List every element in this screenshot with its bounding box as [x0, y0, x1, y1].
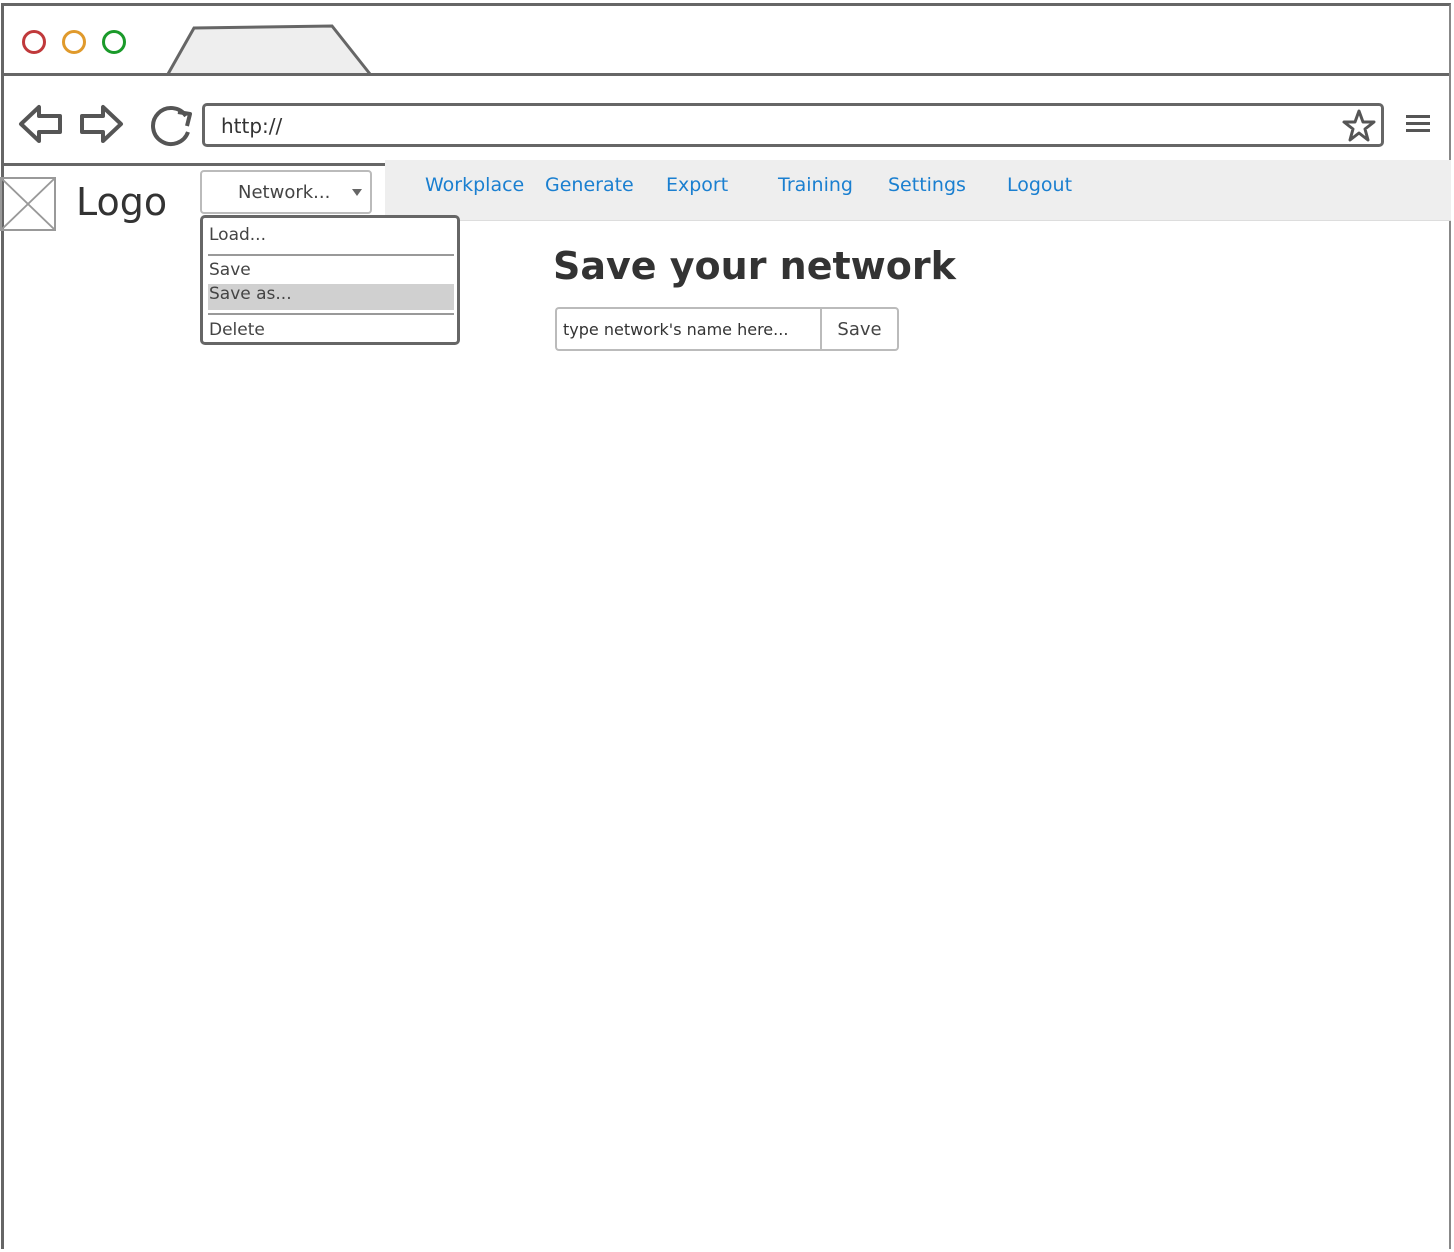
address-bar-url: http:// — [221, 114, 283, 138]
nav-link-settings[interactable]: Settings — [888, 174, 966, 196]
nav-link-logout[interactable]: Logout — [1007, 174, 1072, 196]
back-arrow-icon[interactable] — [18, 103, 64, 145]
menu-item-save[interactable]: Save — [209, 260, 251, 280]
top-navbar: Workplace Generate Export Training Setti… — [385, 160, 1451, 221]
minimize-window-button[interactable] — [62, 30, 86, 54]
close-window-button[interactable] — [22, 30, 46, 54]
network-name-input[interactable] — [555, 307, 821, 351]
forward-arrow-icon[interactable] — [78, 103, 124, 145]
menu-item-load[interactable]: Load... — [209, 225, 266, 245]
network-select-label: Network... — [238, 182, 331, 203]
reload-icon[interactable] — [146, 102, 196, 150]
menu-item-delete[interactable]: Delete — [209, 320, 265, 340]
menu-divider — [208, 313, 454, 315]
nav-link-export[interactable]: Export — [666, 174, 728, 196]
nav-link-generate[interactable]: Generate — [545, 174, 634, 196]
address-bar[interactable]: http:// — [202, 103, 1384, 147]
network-dropdown-menu: Load... Save Save as... Delete — [200, 215, 460, 345]
logo-image-placeholder — [0, 177, 56, 231]
logo-text: Logo — [76, 180, 168, 224]
browser-toolbar: http:// — [4, 76, 1449, 164]
browser-tab[interactable] — [166, 24, 374, 76]
page-title: Save your network — [553, 244, 956, 288]
nav-link-workplace[interactable]: Workplace — [425, 174, 524, 196]
hamburger-menu-icon[interactable] — [1404, 112, 1434, 138]
network-select[interactable]: Network... — [200, 170, 372, 214]
chevron-down-icon — [352, 189, 362, 196]
menu-item-save-as[interactable]: Save as... — [209, 284, 292, 304]
save-button[interactable]: Save — [820, 307, 899, 351]
maximize-window-button[interactable] — [102, 30, 126, 54]
menu-divider — [208, 254, 454, 256]
browser-titlebar — [4, 6, 1449, 76]
nav-link-training[interactable]: Training — [778, 174, 853, 196]
star-icon[interactable] — [1341, 108, 1377, 144]
